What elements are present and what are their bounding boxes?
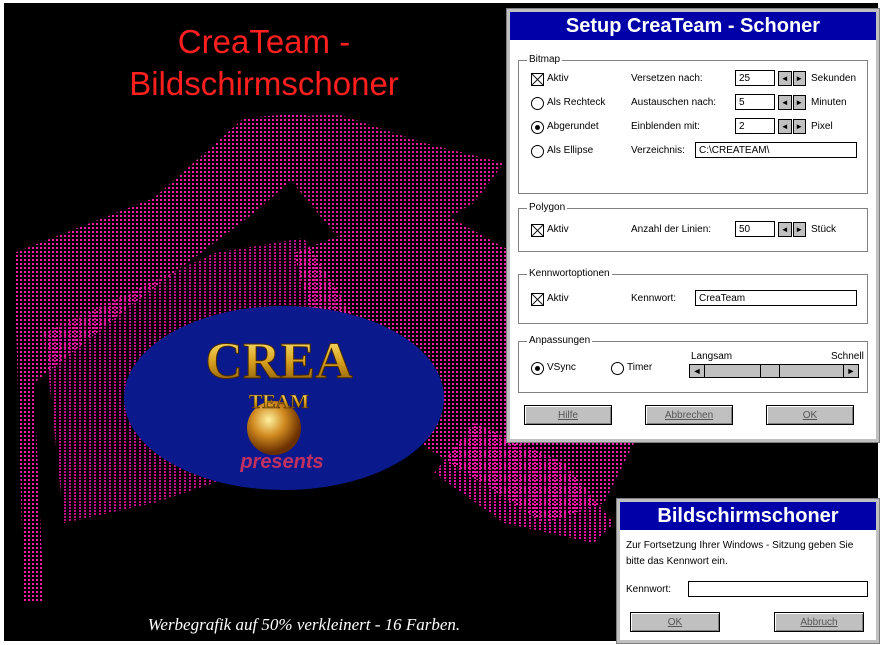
spin-right-icon[interactable]: ► [792,71,806,86]
kennwort-group: Kennwortoptionen Aktiv Kennwort: CreaTea… [518,268,868,324]
password-kennwort-label: Kennwort: [626,584,672,595]
password-message-line2: bitte das Kennwort ein. [626,556,728,567]
caption: Werbegrafik auf 50% verkleinert - 16 Far… [147,615,461,634]
kennwort-label: Kennwort: [631,293,677,304]
setup-dialog-title: Setup CreaTeam - Schoner [510,12,876,40]
kennwort-field[interactable]: CreaTeam [695,290,857,306]
linien-label: Anzahl der Linien: [631,224,712,235]
kennwort-group-label: Kennwortoptionen [527,268,612,279]
versetzen-field[interactable]: 25 [735,70,775,86]
slider-left-icon[interactable]: ◄ [690,365,705,377]
password-message-line1: Zur Fortsetzung Ihrer Windows - Sitzung … [626,540,854,551]
kennwort-aktiv-label: Aktiv [547,293,569,304]
austauschen-spinner[interactable]: ◄ ► [778,95,806,110]
slider-right-icon[interactable]: ► [843,365,858,377]
anpassungen-group: Anpassungen VSync Timer Langsam Schnell … [518,335,868,393]
help-button[interactable]: Hilfe [524,405,612,425]
spin-right-icon[interactable]: ► [792,222,806,237]
bitmap-group: Bitmap Aktiv Als Rechteck Abgerundet Als… [518,54,868,194]
radio-abgerundet-label: Abgerundet [547,121,599,132]
polygon-aktiv-checkbox[interactable] [531,224,544,237]
logo-crea: CREA [205,333,353,390]
radio-vsync[interactable] [531,362,544,375]
radio-timer[interactable] [611,362,624,375]
ok-button[interactable]: OK [766,405,854,425]
headline-line2: Bildschirmschoner [129,65,399,102]
polygon-group: Polygon Aktiv Anzahl der Linien: 50 ◄ ► S… [518,202,868,252]
austauschen-label: Austauschen nach: [631,97,717,108]
setup-dialog: Setup CreaTeam - Schoner Bitmap Aktiv Al… [507,9,879,442]
polygon-group-label: Polygon [527,202,568,213]
bitmap-aktiv-label: Aktiv [547,73,569,84]
radio-ellipse-label: Als Ellipse [547,145,594,156]
password-ok-button[interactable]: OK [630,612,720,632]
austauschen-unit: Minuten [811,97,847,108]
schnell-label: Schnell [831,351,864,362]
radio-abgerundet[interactable] [531,121,544,134]
logo-team: TEAM [249,391,309,413]
versetzen-label: Versetzen nach: [631,73,703,84]
linien-field[interactable]: 50 [735,221,775,237]
radio-rechteck[interactable] [531,97,544,110]
password-cancel-button[interactable]: Abbruch [774,612,864,632]
langsam-label: Langsam [691,351,733,362]
verzeichnis-field[interactable]: C:\CREATEAM\ [695,142,857,158]
einblenden-field[interactable]: 2 [735,118,775,134]
logo-presents: presents [239,451,323,473]
radio-timer-label: Timer [627,362,653,373]
austauschen-field[interactable]: 5 [735,94,775,110]
password-dialog-title: Bildschirmschoner [620,502,876,530]
radio-rechteck-label: Als Rechteck [547,97,606,108]
spin-right-icon[interactable]: ► [792,119,806,134]
linien-spinner[interactable]: ◄ ► [778,222,806,237]
kennwort-aktiv-checkbox[interactable] [531,293,544,306]
spin-right-icon[interactable]: ► [792,95,806,110]
spin-left-icon[interactable]: ◄ [778,95,792,110]
headline-line1: CreaTeam - [177,23,351,60]
password-dialog: Bildschirmschoner Zur Fortsetzung Ihrer … [617,499,879,643]
einblenden-unit: Pixel [811,121,833,132]
einblenden-spinner[interactable]: ◄ ► [778,119,806,134]
versetzen-spinner[interactable]: ◄ ► [778,71,806,86]
radio-ellipse[interactable] [531,145,544,158]
bitmap-group-label: Bitmap [527,54,563,65]
anpassungen-group-label: Anpassungen [527,335,593,346]
speed-slider[interactable]: ◄ ► [689,364,859,378]
radio-vsync-label: VSync [547,362,576,373]
einblenden-label: Einblenden mit: [631,121,700,132]
verzeichnis-label: Verzeichnis: [631,145,685,156]
polygon-aktiv-label: Aktiv [547,224,569,235]
bitmap-aktiv-checkbox[interactable] [531,73,544,86]
spin-left-icon[interactable]: ◄ [778,119,792,134]
linien-unit: Stück [811,224,837,235]
slider-thumb[interactable] [760,365,780,377]
spin-left-icon[interactable]: ◄ [778,71,792,86]
password-kennwort-field[interactable] [688,581,868,597]
spin-left-icon[interactable]: ◄ [778,222,792,237]
versetzen-unit: Sekunden [811,73,857,84]
cancel-button[interactable]: Abbrechen [645,405,733,425]
